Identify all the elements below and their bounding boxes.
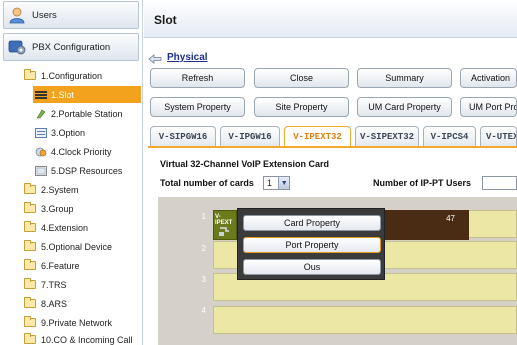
tree-item-private-network[interactable]: 9.Private Network bbox=[24, 314, 112, 331]
card-title: Virtual 32-Channel VoIP Extension Card bbox=[160, 159, 330, 169]
card-icon bbox=[219, 227, 229, 236]
tree-item-optional-device[interactable]: 5.Optional Device bbox=[24, 238, 112, 255]
ip-pt-users-input[interactable] bbox=[482, 176, 517, 190]
tree-item-dsp-resources[interactable]: 5.DSP Resources bbox=[35, 162, 122, 179]
physical-link[interactable]: Physical bbox=[167, 52, 208, 63]
tree-item-group[interactable]: 3.Group bbox=[24, 200, 74, 217]
ous-menu-item[interactable]: Ous bbox=[243, 259, 381, 275]
tree-item-trs[interactable]: 7.TRS bbox=[24, 276, 67, 293]
clock-priority-icon bbox=[35, 147, 47, 157]
tree-item-label: 5.Optional Device bbox=[41, 241, 113, 252]
tree-item-label: 2.Portable Station bbox=[51, 108, 123, 119]
tab-v-sipext32[interactable]: V-SIPEXT32 bbox=[355, 126, 419, 146]
context-menu: Card Property Port Property Ous bbox=[237, 208, 385, 280]
folder-icon bbox=[24, 183, 36, 194]
folder-icon bbox=[24, 316, 36, 327]
tab-underline bbox=[148, 146, 517, 148]
slot-number: 2 bbox=[201, 244, 206, 253]
chevron-down-icon[interactable]: ▼ bbox=[278, 177, 289, 189]
tree-item-label: 6.Feature bbox=[41, 260, 80, 271]
tree-item-system[interactable]: 2.System bbox=[24, 181, 79, 198]
tree-item-label: 1.Slot bbox=[51, 89, 75, 100]
folder-icon bbox=[24, 202, 36, 213]
users-button[interactable]: Users bbox=[3, 1, 139, 29]
total-cards-select[interactable]: 1 ▼ bbox=[263, 176, 290, 190]
slot-1-count: 47 bbox=[446, 214, 455, 223]
um-port-property-button[interactable]: UM Port Property bbox=[460, 97, 517, 117]
users-label: Users bbox=[32, 9, 57, 21]
tab-v-ipext32[interactable]: V-IPEXT32 bbox=[284, 126, 351, 147]
page-title: Slot bbox=[154, 13, 177, 27]
tree-item-portable-station[interactable]: 2.Portable Station bbox=[35, 105, 123, 122]
tree-item-label: 1.Configuration bbox=[41, 70, 103, 81]
slot-number: 3 bbox=[201, 275, 206, 284]
tree-item-ars[interactable]: 8.ARS bbox=[24, 295, 67, 312]
pbx-configuration-icon bbox=[8, 38, 26, 56]
page-header: Slot bbox=[144, 0, 517, 38]
slot-number: 1 bbox=[201, 212, 206, 221]
summary-button[interactable]: Summary bbox=[357, 68, 452, 88]
pbx-configuration-label: PBX Configuration bbox=[32, 41, 111, 53]
system-property-button[interactable]: System Property bbox=[150, 97, 245, 117]
refresh-button[interactable]: Refresh bbox=[150, 68, 245, 88]
tree-item-label: 7.TRS bbox=[41, 279, 67, 290]
tree-item-label: 4.Extension bbox=[41, 222, 89, 233]
tree-item-slot[interactable]: 1.Slot bbox=[33, 86, 141, 103]
card-property-menu-item[interactable]: Card Property bbox=[243, 215, 381, 231]
users-icon bbox=[8, 6, 26, 24]
folder-icon bbox=[24, 333, 36, 344]
back-arrow-icon[interactable] bbox=[148, 54, 162, 64]
close-button[interactable]: Close bbox=[254, 68, 349, 88]
port-property-menu-item[interactable]: Port Property bbox=[243, 237, 381, 253]
folder-icon bbox=[24, 221, 36, 232]
tree-item-extension[interactable]: 4.Extension bbox=[24, 219, 88, 236]
tree-item-label: 10.CO & Incoming Call bbox=[41, 334, 133, 345]
pbx-configuration-button[interactable]: PBX Configuration bbox=[3, 33, 139, 61]
tree-item-label: 4.Clock Priority bbox=[51, 146, 112, 157]
total-cards-value: 1 bbox=[267, 178, 273, 188]
total-cards-label: Total number of cards bbox=[160, 178, 254, 188]
tab-v-ipcs4[interactable]: V-IPCS4 bbox=[423, 126, 476, 146]
ip-pt-users-label: Number of IP-PT Users bbox=[373, 178, 472, 188]
folder-icon bbox=[24, 297, 36, 308]
open-folder-icon bbox=[24, 69, 36, 80]
option-icon bbox=[35, 127, 47, 138]
tab-v-sipgw16[interactable]: V-SIPGW16 bbox=[150, 126, 216, 146]
tab-v-utext[interactable]: V-UTEXT bbox=[480, 126, 517, 146]
tree-item-label: 8.ARS bbox=[41, 298, 68, 309]
tree-item-label: 9.Private Network bbox=[41, 317, 113, 328]
tree-item-feature[interactable]: 6.Feature bbox=[24, 257, 80, 274]
tree-item-configuration[interactable]: 1.Configuration bbox=[24, 67, 102, 84]
slot-1-status: 47 bbox=[379, 210, 469, 240]
folder-icon bbox=[24, 259, 36, 270]
tree-item-label: 3.Option bbox=[51, 127, 86, 138]
activation-button[interactable]: Activation bbox=[460, 68, 517, 88]
tree-item-co-incoming-call[interactable]: 10.CO & Incoming Call bbox=[24, 331, 133, 345]
tab-v-ipgw16[interactable]: V-IPGW16 bbox=[220, 126, 280, 146]
site-property-button[interactable]: Site Property bbox=[254, 97, 349, 117]
slot-number: 4 bbox=[201, 306, 206, 315]
portable-station-icon bbox=[35, 109, 47, 119]
navigation-panel: Users PBX Configuration 1.Configuration … bbox=[0, 0, 143, 345]
tree-item-label: 3.Group bbox=[41, 203, 74, 214]
tree-item-clock-priority[interactable]: 4.Clock Priority bbox=[35, 143, 112, 160]
tree-item-label: 2.System bbox=[41, 184, 79, 195]
tree-item-option[interactable]: 3.Option bbox=[35, 124, 85, 141]
slot-1-card[interactable]: V-IPEXT bbox=[213, 210, 237, 240]
um-card-property-button[interactable]: UM Card Property bbox=[357, 97, 452, 117]
dsp-resources-icon bbox=[35, 165, 47, 176]
folder-icon bbox=[24, 278, 36, 289]
slot-icon bbox=[35, 90, 47, 100]
slot-4[interactable] bbox=[213, 306, 517, 334]
folder-icon bbox=[24, 240, 36, 251]
tree-item-label: 5.DSP Resources bbox=[51, 165, 123, 176]
